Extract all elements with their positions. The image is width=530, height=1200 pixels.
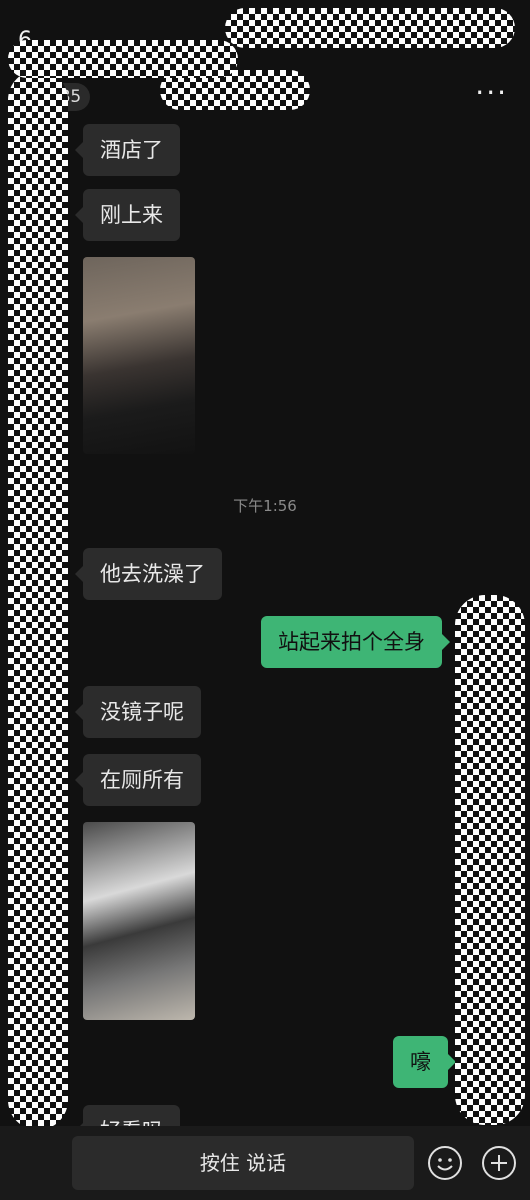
- emoji-icon[interactable]: [428, 1146, 462, 1180]
- redaction-scribble: [8, 40, 238, 78]
- redaction-scribble: [8, 70, 68, 1130]
- message-bubble-left[interactable]: 刚上来: [75, 189, 180, 241]
- message-timestamp: 下午1:56: [233, 497, 297, 515]
- hold-to-talk-button[interactable]: 按住 说话: [72, 1136, 414, 1190]
- message-bubble-left[interactable]: 没镜子呢: [75, 686, 201, 738]
- redaction-scribble: [225, 8, 515, 48]
- redaction-scribble: [455, 595, 525, 1125]
- message-bubble-right[interactable]: 站起来拍个全身: [261, 616, 450, 668]
- message-bubble-left[interactable]: 酒店了: [75, 124, 180, 176]
- image-message[interactable]: [83, 822, 195, 1020]
- message-bubble-left[interactable]: 在厕所有: [75, 754, 201, 806]
- more-icon[interactable]: ···: [475, 76, 508, 109]
- message-bubble-left[interactable]: 他去洗澡了: [75, 548, 222, 600]
- message-bubble-right[interactable]: 嚎: [393, 1036, 456, 1088]
- input-bar: 按住 说话: [0, 1126, 530, 1200]
- add-icon[interactable]: [482, 1146, 516, 1180]
- image-message[interactable]: [83, 257, 195, 454]
